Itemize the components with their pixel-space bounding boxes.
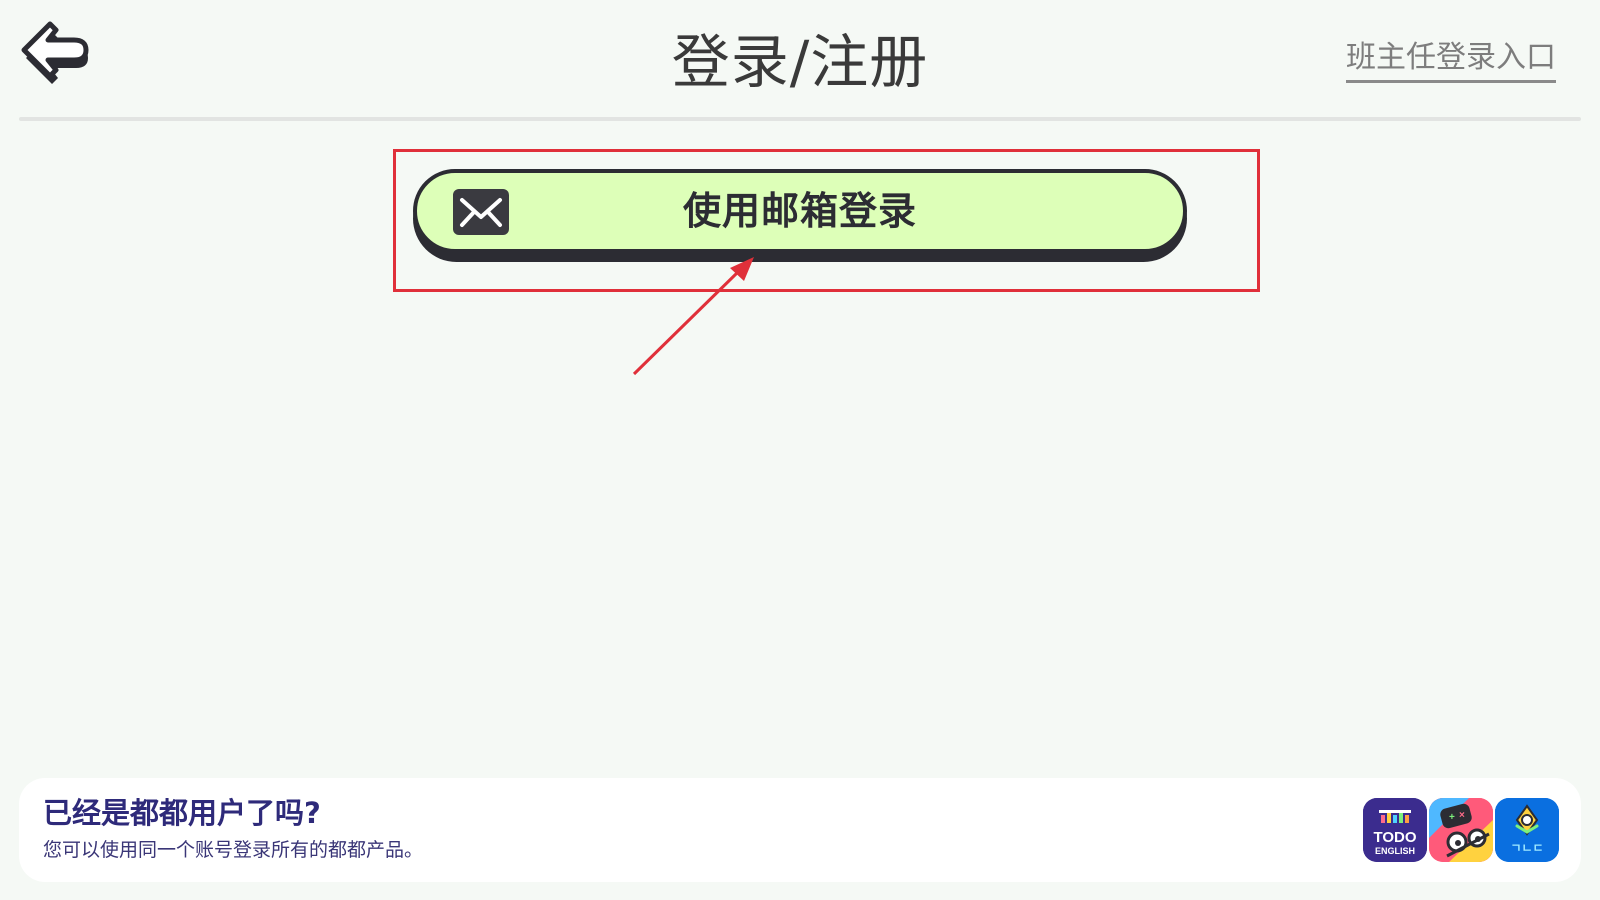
email-login-label: 使用邮箱登录 (682, 189, 917, 233)
email-login-button[interactable]: 使用邮箱登录 (413, 169, 1187, 253)
svg-text:×: × (1459, 810, 1465, 821)
existing-user-panel: 已经是都都用户了吗? 您可以使用同一个账号登录所有的都都产品。 TODO ENG… (19, 778, 1581, 882)
header-divider (19, 117, 1581, 121)
todo-korean-label: ㄱㄴㄷ (1510, 841, 1543, 855)
existing-user-subtitle: 您可以使用同一个账号登录所有的都都产品。 (43, 839, 424, 861)
teacher-login-link[interactable]: 班主任登录入口 (1346, 38, 1556, 83)
todo-english-line1: TODO (1373, 829, 1416, 846)
login-screen: 登录/注册 班主任登录入口 使用邮箱登录 已经是都都用户了吗? 您可以使用同一个… (0, 0, 1600, 900)
annotation-arrow (632, 257, 754, 376)
todo-math-app-icon: + × (1429, 798, 1493, 862)
svg-text:+: + (1449, 812, 1455, 823)
todo-korean-app-icon: ㄱㄴㄷ (1495, 798, 1559, 862)
todo-english-line2: ENGLISH (1375, 846, 1415, 856)
existing-user-title: 已经是都都用户了吗? (43, 796, 321, 830)
todo-english-app-icon: TODO ENGLISH (1363, 798, 1427, 862)
